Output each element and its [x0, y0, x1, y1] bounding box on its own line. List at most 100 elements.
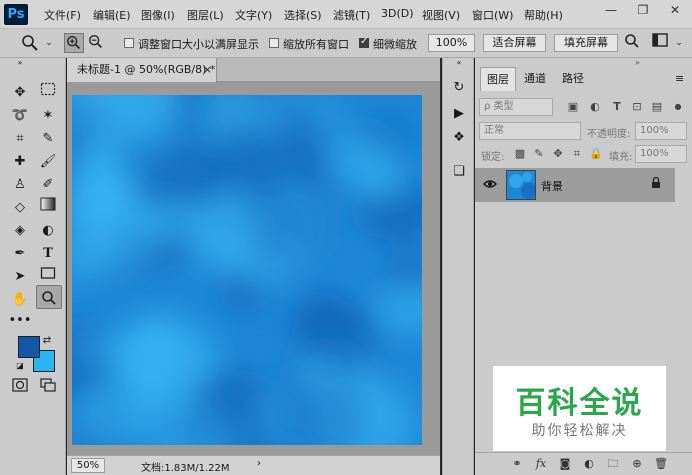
menu-item[interactable]: 帮助(H) — [524, 7, 563, 23]
menu-item[interactable]: 图层(L) — [187, 7, 224, 23]
magic-wand-tool-icon[interactable]: ✶ — [36, 105, 60, 127]
hand-tool-icon[interactable]: ✋ — [8, 289, 32, 311]
zoom-tool-preset-icon[interactable] — [20, 33, 40, 53]
adjustment-layer-icon[interactable]: ◐ — [581, 456, 597, 472]
fit-screen-button[interactable]: 适合屏幕 — [483, 34, 546, 52]
add-mask-icon[interactable]: ◙ — [557, 456, 573, 472]
resize-windows-checkbox[interactable] — [124, 38, 134, 48]
menu-item[interactable]: 编辑(E) — [93, 7, 131, 23]
resize-windows-label: 调整窗口大小以满屏显示 — [138, 38, 259, 51]
marquee-tool-icon[interactable] — [36, 82, 60, 104]
panel-tab[interactable]: 路径 — [556, 67, 590, 91]
eye-icon[interactable] — [483, 178, 497, 192]
chevron-right-icon[interactable]: › — [257, 458, 261, 469]
path-selection-tool-icon[interactable]: ➤ — [8, 266, 32, 288]
search-icon[interactable] — [622, 33, 642, 53]
fx-icon[interactable]: fx — [533, 456, 549, 472]
lock-position-icon[interactable]: ✥ — [551, 147, 565, 161]
document-info[interactable]: 文档:1.83M/1.22M — [141, 459, 230, 474]
chevron-down-icon[interactable]: ⌄ — [669, 33, 689, 53]
minimize-button[interactable]: — — [596, 0, 626, 20]
3d-panel-icon[interactable]: ❖ — [449, 128, 469, 148]
lasso-tool-icon[interactable]: ➰ — [8, 105, 32, 127]
menu-item[interactable]: 图像(I) — [141, 7, 175, 23]
menu-item[interactable]: 窗口(W) — [472, 7, 513, 23]
filter-shape-icon[interactable]: ⊡ — [630, 100, 644, 114]
zoom-in-icon[interactable] — [64, 33, 84, 53]
menu-bar: Ps 文件(F) 编辑(E) 图像(I) 图层(L) 文字(Y) 选择(S) 滤镜(T) 3D… — [0, 0, 692, 29]
close-window-button[interactable]: ✕ — [660, 0, 690, 20]
gradient-tool-icon[interactable] — [36, 197, 60, 219]
type-tool-icon[interactable]: T — [36, 243, 60, 265]
blend-mode-select[interactable]: 正常 — [479, 122, 581, 140]
pen-tool-icon[interactable]: ✒ — [8, 243, 32, 265]
panel-menu-icon[interactable]: ≡ — [675, 72, 684, 85]
watermark-logo: 百科全说 助你轻松解决 — [493, 366, 666, 451]
foreground-color-swatch[interactable] — [18, 336, 40, 358]
history-brush-tool-icon[interactable]: ✐ — [36, 174, 60, 196]
swap-colors-icon[interactable]: ⇄ — [40, 334, 54, 348]
panel-tab[interactable]: 图层 — [480, 67, 516, 91]
eyedropper-tool-icon[interactable]: ✎ — [36, 128, 60, 150]
workspace-icon[interactable] — [650, 33, 670, 53]
menu-item[interactable]: 文字(Y) — [235, 7, 272, 23]
lock-transparent-icon[interactable]: ▩ — [513, 147, 527, 161]
zoom-all-windows-checkbox[interactable] — [269, 38, 279, 48]
blur-tool-icon[interactable]: ◈ — [8, 220, 32, 242]
opacity-field[interactable]: 100% — [635, 122, 687, 140]
fill-label: 填充: — [609, 152, 633, 163]
delete-layer-icon[interactable]: 🗑 — [653, 456, 669, 472]
history-panel-icon[interactable]: ↻ — [449, 78, 469, 98]
filter-pixel-icon[interactable]: ▣ — [566, 100, 580, 114]
crop-tool-icon[interactable]: ⌗ — [8, 128, 32, 150]
layer-thumbnail[interactable] — [506, 170, 536, 200]
layer-row[interactable]: 背景 — [475, 168, 675, 202]
collapse-icon[interactable]: » — [8, 58, 32, 68]
quick-mask-icon[interactable] — [8, 378, 32, 400]
menu-item[interactable]: 文件(F) — [44, 7, 81, 23]
menu-item[interactable]: 3D(D) — [381, 7, 414, 20]
move-tool-icon[interactable]: ✥ — [8, 82, 32, 104]
layer-name[interactable]: 背景 — [541, 178, 563, 194]
zoom-100-button[interactable]: 100% — [428, 34, 475, 52]
collapse-icon[interactable]: » — [635, 58, 640, 67]
eraser-tool-icon[interactable]: ◇ — [8, 197, 32, 219]
lock-pixels-icon[interactable]: ✎ — [532, 147, 546, 161]
healing-brush-tool-icon[interactable]: ✚ — [8, 151, 32, 173]
collapse-icon[interactable]: « — [449, 58, 469, 68]
menu-item[interactable]: 视图(V) — [422, 7, 460, 23]
new-group-icon[interactable]: 🗀 — [605, 456, 621, 472]
close-tab-icon[interactable]: × — [203, 58, 212, 82]
brush-tool-icon[interactable]: 🖌 — [36, 151, 60, 173]
link-layers-icon[interactable]: ⚭ — [509, 456, 525, 472]
restore-button[interactable]: ❐ — [628, 0, 658, 20]
document-canvas[interactable] — [72, 95, 422, 445]
clone-stamp-tool-icon[interactable]: ♙ — [8, 174, 32, 196]
lock-all-icon[interactable]: 🔒 — [589, 147, 603, 161]
fill-field[interactable]: 100% — [635, 145, 687, 163]
actions-panel-icon[interactable]: ▶ — [449, 104, 469, 124]
dodge-tool-icon[interactable]: ◐ — [36, 220, 60, 242]
filter-type-icon[interactable]: T — [610, 100, 624, 114]
new-layer-icon[interactable]: ⊕ — [629, 456, 645, 472]
zoom-tool-icon[interactable] — [36, 285, 62, 309]
default-colors-icon[interactable]: ◪ — [14, 360, 26, 372]
cloud-blob — [352, 109, 422, 155]
panel-tab[interactable]: 通道 — [518, 67, 552, 91]
menu-item[interactable]: 选择(S) — [284, 7, 322, 23]
layer-filter-select[interactable]: ρ 类型 — [479, 98, 553, 116]
fill-screen-button[interactable]: 填充屏幕 — [554, 34, 618, 52]
zoom-level-field[interactable]: 50% — [71, 458, 105, 473]
filter-adjustment-icon[interactable]: ◐ — [588, 100, 602, 114]
screen-mode-icon[interactable] — [36, 378, 60, 400]
filter-smart-object-icon[interactable]: ▤ — [650, 100, 664, 114]
properties-panel-icon[interactable]: ❏ — [449, 162, 469, 182]
scrubby-zoom-checkbox[interactable] — [359, 36, 369, 48]
lock-artboard-icon[interactable]: ⌗ — [570, 147, 584, 161]
menu-item[interactable]: 滤镜(T) — [333, 7, 370, 23]
more-tools-icon[interactable]: ••• — [8, 310, 32, 332]
filter-toggle-icon[interactable]: ● — [671, 100, 685, 114]
zoom-out-icon[interactable] — [86, 33, 106, 53]
chevron-down-icon[interactable]: ⌄ — [39, 33, 59, 53]
document-tab[interactable]: 未标题-1 @ 50%(RGB/8) * × — [67, 58, 217, 82]
